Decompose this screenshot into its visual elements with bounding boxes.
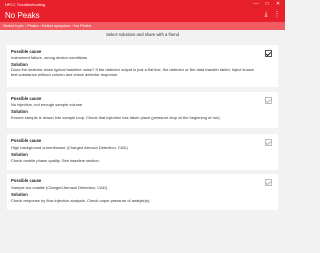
app-header: No Peaks ⤓ ⋮	[0, 9, 285, 22]
solution-checkbox	[265, 97, 272, 104]
app-title: HPLC Troubleshooting	[5, 2, 46, 7]
close-button[interactable]: ✕	[273, 0, 283, 9]
solution-card[interactable]: Possible cause Instrument failure, wrong…	[7, 45, 278, 87]
cause-text: Instrument failure, wrong elution condit…	[11, 55, 88, 60]
maximize-button[interactable]: □	[262, 0, 272, 9]
cause-heading: Possible cause	[11, 49, 42, 54]
solution-heading: Solution	[11, 192, 28, 197]
solution-text: Ensure sample is drawn into sample loop.…	[11, 115, 221, 120]
page-title: No Peaks	[5, 11, 40, 20]
breadcrumb: Select topic › Peaks › Select symptom › …	[0, 22, 285, 30]
solution-text: Check response by flow injection analysi…	[11, 198, 151, 203]
solution-checkbox	[265, 179, 272, 186]
download-icon[interactable]: ⤓	[262, 11, 270, 19]
cause-heading: Possible cause	[11, 138, 42, 143]
solution-heading: Solution	[11, 152, 28, 157]
minimize-button[interactable]: —	[251, 0, 261, 9]
breadcrumb-text: Select topic › Peaks › Select symptom › …	[3, 23, 92, 28]
solution-checkbox[interactable]	[265, 50, 272, 57]
solution-checkbox	[265, 139, 272, 146]
solution-heading: Solution	[11, 109, 28, 114]
cause-text: Sample too volatile (Charged Aerosol Det…	[11, 185, 108, 190]
cause-text: High background current/noise (Charged A…	[11, 145, 128, 150]
title-bar: HPLC Troubleshooting — □ ✕	[0, 0, 285, 9]
solution-card[interactable]: Possible cause High background current/n…	[7, 134, 278, 170]
solution-text: Does the detector show typical baseline …	[11, 67, 255, 77]
cause-heading: Possible cause	[11, 178, 42, 183]
solution-card[interactable]: Possible cause Sample too volatile (Char…	[7, 174, 278, 210]
cause-text: No injection, not enough sample volume	[11, 102, 83, 107]
cause-heading: Possible cause	[11, 96, 42, 101]
more-options-icon[interactable]: ⋮	[273, 11, 281, 19]
instruction-text: Select solutions and share with a friend	[106, 32, 179, 37]
solution-card[interactable]: Possible cause No injection, not enough …	[7, 92, 278, 128]
solution-text: Check mobile phase quality. See baseline…	[11, 158, 100, 163]
